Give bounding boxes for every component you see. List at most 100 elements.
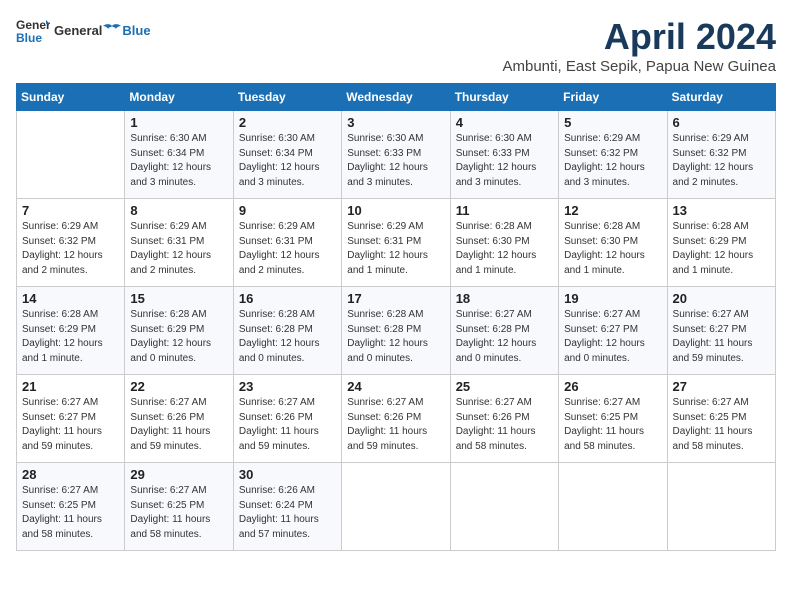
day-info: Sunrise: 6:29 AM Sunset: 6:32 PM Dayligh… (673, 132, 770, 190)
day-number: 12 (564, 203, 661, 218)
day-number: 16 (239, 291, 336, 306)
logo-blue: Blue (122, 23, 150, 38)
day-number: 7 (22, 203, 119, 218)
day-info: Sunrise: 6:28 AM Sunset: 6:30 PM Dayligh… (564, 220, 661, 278)
calendar-cell: 9Sunrise: 6:29 AM Sunset: 6:31 PM Daylig… (233, 199, 341, 287)
day-number: 22 (130, 379, 227, 394)
day-info: Sunrise: 6:29 AM Sunset: 6:31 PM Dayligh… (130, 220, 227, 278)
calendar-week-row: 1 Sunrise: 6:30 AM Sunset: 6:34 PM Daylig… (17, 111, 776, 199)
location-subtitle: Ambunti, East Sepik, Papua New Guinea (503, 58, 777, 75)
day-number: 15 (130, 291, 227, 306)
day-info: Sunrise: 6:27 AM Sunset: 6:27 PM Dayligh… (673, 308, 770, 366)
svg-text:Blue: Blue (16, 31, 42, 44)
calendar-cell: 28 Sunrise: 6:27 AM Sunset: 6:25 PM Dayli… (17, 463, 125, 551)
day-info: Sunrise: 6:27 AM Sunset: 6:25 PM Dayligh… (673, 396, 770, 454)
calendar-cell: 15 Sunrise: 6:28 AM Sunset: 6:29 PM Dayli… (125, 287, 233, 375)
page-header: General Blue General Blue April 2024 Amb… (16, 16, 776, 75)
day-info: Sunrise: 6:28 AM Sunset: 6:29 PM Dayligh… (130, 308, 227, 366)
calendar-week-row: 7 Sunrise: 6:29 AM Sunset: 6:32 PM Daylig… (17, 199, 776, 287)
calendar-cell (17, 111, 125, 199)
calendar-cell: 27 Sunrise: 6:27 AM Sunset: 6:25 PM Dayli… (667, 375, 775, 463)
calendar-table: SundayMondayTuesdayWednesdayThursdayFrid… (16, 83, 776, 551)
calendar-cell: 7 Sunrise: 6:29 AM Sunset: 6:32 PM Daylig… (17, 199, 125, 287)
calendar-cell: 22 Sunrise: 6:27 AM Sunset: 6:26 PM Dayli… (125, 375, 233, 463)
day-number: 20 (673, 291, 770, 306)
calendar-cell: 21 Sunrise: 6:27 AM Sunset: 6:27 PM Dayli… (17, 375, 125, 463)
col-header-monday: Monday (125, 84, 233, 111)
calendar-cell (342, 463, 450, 551)
col-header-saturday: Saturday (667, 84, 775, 111)
col-header-tuesday: Tuesday (233, 84, 341, 111)
day-number: 14 (22, 291, 119, 306)
day-number: 1 (130, 115, 227, 130)
calendar-cell (667, 463, 775, 551)
day-info: Sunrise: 6:27 AM Sunset: 6:27 PM Dayligh… (22, 396, 119, 454)
calendar-cell: 25Sunrise: 6:27 AM Sunset: 6:26 PM Dayli… (450, 375, 558, 463)
day-info: Sunrise: 6:28 AM Sunset: 6:29 PM Dayligh… (22, 308, 119, 366)
day-info: Sunrise: 6:29 AM Sunset: 6:31 PM Dayligh… (347, 220, 444, 278)
calendar-week-row: 21 Sunrise: 6:27 AM Sunset: 6:27 PM Dayli… (17, 375, 776, 463)
calendar-cell: 12 Sunrise: 6:28 AM Sunset: 6:30 PM Dayli… (559, 199, 667, 287)
day-number: 28 (22, 467, 119, 482)
col-header-friday: Friday (559, 84, 667, 111)
calendar-week-row: 14 Sunrise: 6:28 AM Sunset: 6:29 PM Dayli… (17, 287, 776, 375)
day-info: Sunrise: 6:27 AM Sunset: 6:25 PM Dayligh… (22, 484, 119, 542)
calendar-header-row: SundayMondayTuesdayWednesdayThursdayFrid… (17, 84, 776, 111)
calendar-cell: 11 Sunrise: 6:28 AM Sunset: 6:30 PM Dayli… (450, 199, 558, 287)
svg-text:General: General (16, 18, 50, 32)
day-info: Sunrise: 6:30 AM Sunset: 6:33 PM Dayligh… (347, 132, 444, 190)
day-info: Sunrise: 6:29 AM Sunset: 6:32 PM Dayligh… (22, 220, 119, 278)
title-block: April 2024 Ambunti, East Sepik, Papua Ne… (503, 16, 777, 75)
day-number: 11 (456, 203, 553, 218)
col-header-thursday: Thursday (450, 84, 558, 111)
day-info: Sunrise: 6:28 AM Sunset: 6:28 PM Dayligh… (239, 308, 336, 366)
day-info: Sunrise: 6:27 AM Sunset: 6:26 PM Dayligh… (130, 396, 227, 454)
day-info: Sunrise: 6:27 AM Sunset: 6:25 PM Dayligh… (130, 484, 227, 542)
day-info: Sunrise: 6:28 AM Sunset: 6:29 PM Dayligh… (673, 220, 770, 278)
day-info: Sunrise: 6:30 AM Sunset: 6:33 PM Dayligh… (456, 132, 553, 190)
calendar-cell: 30Sunrise: 6:26 AM Sunset: 6:24 PM Dayli… (233, 463, 341, 551)
logo-general: General (54, 23, 102, 38)
day-info: Sunrise: 6:29 AM Sunset: 6:32 PM Dayligh… (564, 132, 661, 190)
calendar-cell: 29 Sunrise: 6:27 AM Sunset: 6:25 PM Dayli… (125, 463, 233, 551)
day-number: 29 (130, 467, 227, 482)
logo-icon: General Blue (16, 16, 50, 44)
calendar-cell: 10 Sunrise: 6:29 AM Sunset: 6:31 PM Dayli… (342, 199, 450, 287)
calendar-cell: 26Sunrise: 6:27 AM Sunset: 6:25 PM Dayli… (559, 375, 667, 463)
calendar-cell: 4Sunrise: 6:30 AM Sunset: 6:33 PM Daylig… (450, 111, 558, 199)
day-number: 18 (456, 291, 553, 306)
calendar-cell: 14 Sunrise: 6:28 AM Sunset: 6:29 PM Dayli… (17, 287, 125, 375)
day-number: 8 (130, 203, 227, 218)
day-info: Sunrise: 6:27 AM Sunset: 6:26 PM Dayligh… (347, 396, 444, 454)
day-number: 19 (564, 291, 661, 306)
calendar-cell: 18Sunrise: 6:27 AM Sunset: 6:28 PM Dayli… (450, 287, 558, 375)
calendar-cell: 5Sunrise: 6:29 AM Sunset: 6:32 PM Daylig… (559, 111, 667, 199)
calendar-week-row: 28 Sunrise: 6:27 AM Sunset: 6:25 PM Dayli… (17, 463, 776, 551)
day-info: Sunrise: 6:30 AM Sunset: 6:34 PM Dayligh… (239, 132, 336, 190)
calendar-cell: 1 Sunrise: 6:30 AM Sunset: 6:34 PM Daylig… (125, 111, 233, 199)
day-number: 21 (22, 379, 119, 394)
logo-bird-icon (103, 23, 121, 37)
day-number: 25 (456, 379, 553, 394)
day-info: Sunrise: 6:26 AM Sunset: 6:24 PM Dayligh… (239, 484, 336, 542)
col-header-sunday: Sunday (17, 84, 125, 111)
day-number: 10 (347, 203, 444, 218)
day-info: Sunrise: 6:28 AM Sunset: 6:28 PM Dayligh… (347, 308, 444, 366)
day-info: Sunrise: 6:30 AM Sunset: 6:34 PM Dayligh… (130, 132, 227, 190)
calendar-cell: 6Sunrise: 6:29 AM Sunset: 6:32 PM Daylig… (667, 111, 775, 199)
day-info: Sunrise: 6:27 AM Sunset: 6:26 PM Dayligh… (239, 396, 336, 454)
day-number: 27 (673, 379, 770, 394)
calendar-cell: 20 Sunrise: 6:27 AM Sunset: 6:27 PM Dayli… (667, 287, 775, 375)
day-number: 2 (239, 115, 336, 130)
day-info: Sunrise: 6:28 AM Sunset: 6:30 PM Dayligh… (456, 220, 553, 278)
calendar-cell: 16 Sunrise: 6:28 AM Sunset: 6:28 PM Dayli… (233, 287, 341, 375)
calendar-cell: 23Sunrise: 6:27 AM Sunset: 6:26 PM Dayli… (233, 375, 341, 463)
day-number: 17 (347, 291, 444, 306)
calendar-cell: 3Sunrise: 6:30 AM Sunset: 6:33 PM Daylig… (342, 111, 450, 199)
calendar-cell: 13 Sunrise: 6:28 AM Sunset: 6:29 PM Dayli… (667, 199, 775, 287)
calendar-cell: 19Sunrise: 6:27 AM Sunset: 6:27 PM Dayli… (559, 287, 667, 375)
day-number: 13 (673, 203, 770, 218)
calendar-cell: 17 Sunrise: 6:28 AM Sunset: 6:28 PM Dayli… (342, 287, 450, 375)
day-number: 9 (239, 203, 336, 218)
month-title: April 2024 (503, 16, 777, 58)
